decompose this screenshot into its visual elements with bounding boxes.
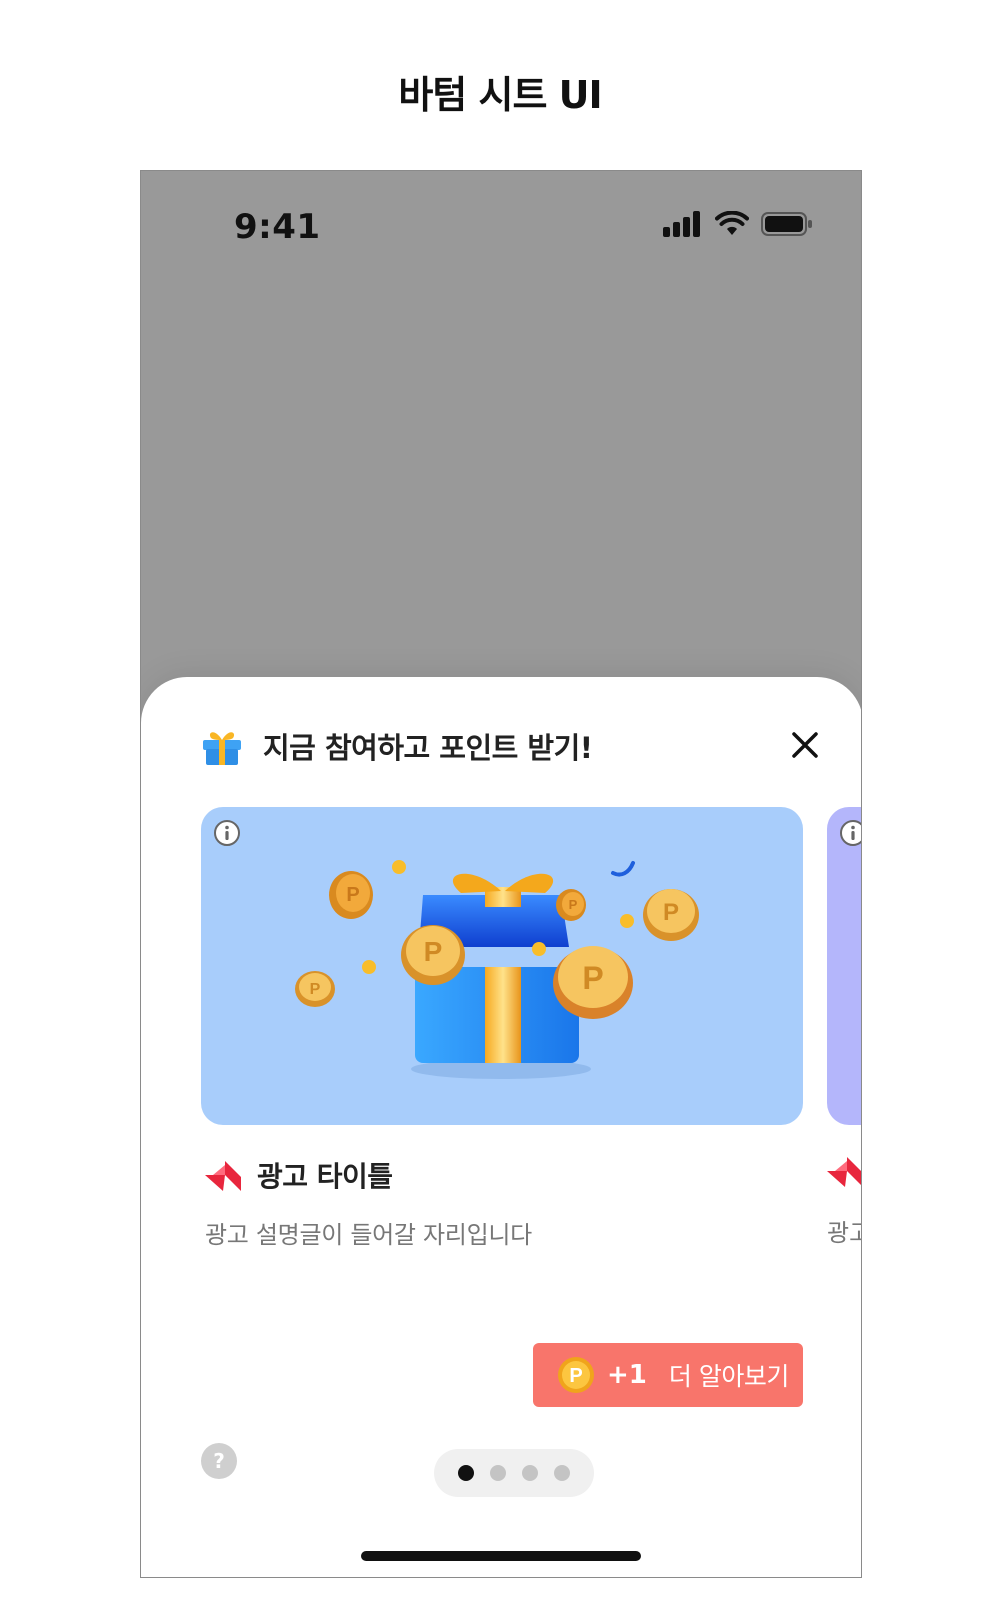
ad-brand-row: 광고 타이틀 [205, 1155, 393, 1195]
coin-letter: P [569, 1365, 582, 1387]
ad-brand-row-next [827, 1155, 861, 1191]
page-indicator [434, 1449, 594, 1497]
help-button[interactable]: ? [201, 1443, 237, 1479]
page-title: 바텀 시트 UI [398, 73, 602, 117]
close-button[interactable] [785, 725, 825, 765]
sheet-title: 지금 참여하고 포인트 받기! [263, 731, 593, 765]
battery-icon [761, 212, 812, 236]
ad-description-next: 광고 [827, 1219, 861, 1247]
ad-image-next[interactable] [827, 807, 862, 1125]
brand-logo-icon [205, 1161, 241, 1191]
phone-frame: 9:41 지금 참여하고 포인트 받기! P P P P P P 광고 타이틀 … [140, 170, 862, 1578]
brand-logo-icon [827, 1157, 861, 1187]
ad-image[interactable]: P P P P P P [201, 807, 803, 1125]
ad-description: 광고 설명글이 들어갈 자리입니다 [205, 1221, 532, 1249]
status-icons [663, 211, 813, 237]
point-coin-icon: P [558, 1357, 594, 1393]
wifi-icon [715, 211, 749, 235]
page-dot-2[interactable] [490, 1465, 506, 1481]
page-dot-4[interactable] [554, 1465, 570, 1481]
page-dot-3[interactable] [522, 1465, 538, 1481]
learn-more-button[interactable]: P +1 더 알아보기 [533, 1343, 803, 1407]
bottom-sheet: 지금 참여하고 포인트 받기! P P P P P P 광고 타이틀 광고 설명… [141, 677, 862, 1577]
signal-icon [663, 211, 700, 237]
svg-text:P: P [310, 981, 321, 998]
svg-text:P: P [424, 936, 443, 967]
home-indicator[interactable] [361, 1551, 641, 1561]
gift-icon [203, 732, 241, 765]
info-icon[interactable] [839, 819, 862, 847]
cta-points: +1 [607, 1360, 647, 1390]
svg-text:P: P [346, 884, 359, 906]
sheet-header: 지금 참여하고 포인트 받기! [201, 725, 593, 767]
status-time: 9:41 [234, 207, 321, 247]
close-icon [792, 732, 818, 758]
gift-box-coins-illustration: P P P P P P [295, 860, 699, 1079]
ad-title: 광고 타이틀 [257, 1160, 393, 1193]
svg-text:P: P [663, 899, 679, 926]
page-dot-1[interactable] [458, 1465, 474, 1481]
svg-text:P: P [569, 897, 578, 912]
svg-text:P: P [582, 960, 603, 996]
cta-label: 더 알아보기 [668, 1362, 789, 1391]
